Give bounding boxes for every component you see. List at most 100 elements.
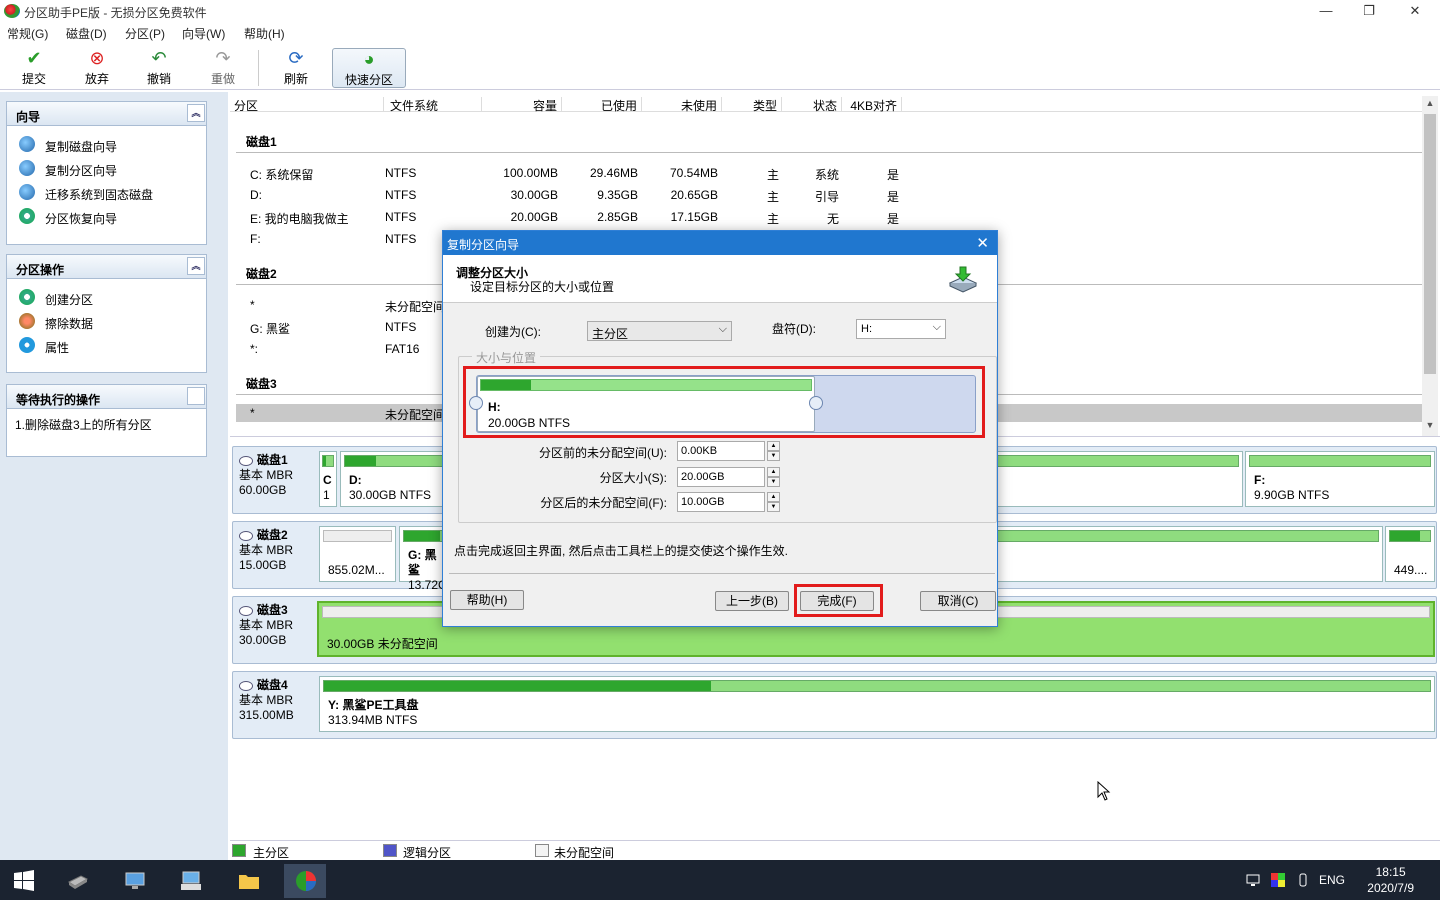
partition-size-input[interactable]: 20.00GB — [677, 467, 765, 487]
cancel-button[interactable]: 取消(C) — [920, 591, 996, 611]
back-button[interactable]: 上一步(B) — [715, 591, 789, 611]
before-space-stepper[interactable]: 0.00KB ▲ ▼ — [677, 441, 780, 461]
menu-general[interactable]: 常规(G) — [7, 25, 48, 42]
menu-wizard[interactable]: 向导(W) — [182, 25, 225, 42]
table-row[interactable]: D: NTFS 30.00GB 9.35GB 20.65GB 主 引导 是 — [230, 184, 1422, 206]
table-row[interactable]: C: 系统保留 NTFS 100.00MB 29.46MB 70.54MB 主 … — [230, 162, 1422, 184]
col-status[interactable]: 状态 — [782, 97, 842, 113]
redo-button[interactable]: ↷ 重做 — [195, 48, 251, 88]
size-position-group-label: 大小与位置 — [472, 349, 541, 366]
drive-letter-select[interactable]: H: ⌵ — [856, 319, 946, 339]
wizard-item-migrate-os[interactable]: 迁移系统到固态磁盘 — [7, 180, 206, 204]
cell-fs: 未分配空间 — [385, 300, 446, 314]
cell-fs: 未分配空间 — [385, 408, 446, 422]
col-filesystem[interactable]: 文件系统 — [390, 97, 482, 113]
after-space-stepper[interactable]: 10.00GB ▲ ▼ — [677, 492, 780, 512]
scroll-down-icon[interactable]: ▼ — [1422, 420, 1438, 436]
menu-partition[interactable]: 分区(P) — [125, 25, 165, 42]
col-unused[interactable]: 未使用 — [642, 97, 722, 113]
divider — [236, 152, 1422, 153]
redo-icon: ↷ — [215, 48, 231, 68]
pending-collapse[interactable] — [187, 387, 205, 405]
color-settings-icon[interactable] — [1271, 873, 1285, 887]
dialog-close-icon[interactable]: ✕ — [976, 234, 989, 252]
discard-button[interactable]: ⊗ 放弃 — [69, 48, 125, 88]
maximize-button[interactable]: ❐ — [1357, 2, 1381, 20]
partition-block-unalloc[interactable]: 855.02M... — [319, 526, 396, 582]
commit-button[interactable]: ✔ 提交 — [6, 48, 62, 88]
stepper-up-icon[interactable]: ▲ — [767, 467, 780, 477]
col-capacity[interactable]: 容量 — [482, 97, 562, 113]
menu-bar: 常规(G) 磁盘(D) 分区(P) 向导(W) 帮助(H) — [0, 22, 1440, 42]
partition-block-c[interactable]: C1 — [319, 451, 337, 507]
partition-block-d[interactable]: D: 30.00GB NTFS — [340, 451, 450, 507]
wizard-panel-header: 向导 ︽ — [7, 102, 206, 126]
col-type[interactable]: 类型 — [722, 97, 782, 113]
taskbar-keyboard-icon[interactable] — [169, 864, 211, 898]
op-create-partition[interactable]: 创建分区 — [7, 285, 206, 309]
wizard-item-copy-partition[interactable]: 复制分区向导 — [7, 156, 206, 180]
partition-size-stepper[interactable]: 20.00GB ▲ ▼ — [677, 467, 780, 487]
usage-bar — [322, 455, 334, 467]
create-as-select[interactable]: 主分区 ⌵ — [587, 321, 732, 341]
disk-info: 磁盘3 基本 MBR 30.00GB — [239, 603, 319, 648]
table-row[interactable]: E: 我的电脑我做主 NTFS 20.00GB 2.85GB 17.15GB 主… — [230, 206, 1422, 228]
minimize-button[interactable]: — — [1314, 2, 1338, 20]
op-wipe-data[interactable]: 擦除数据 — [7, 309, 206, 333]
dialog-subheading: 设定目标分区的大小或位置 — [470, 280, 615, 294]
cell-fs: NTFS — [385, 166, 417, 180]
taskbar-partition-assistant[interactable] — [284, 864, 326, 898]
col-4k[interactable]: 4KB对齐 — [842, 97, 902, 113]
disk-row-4[interactable]: 磁盘4 基本 MBR 315.00MB Y: 黑鲨PE工具盘 313.94MB NTF… — [232, 671, 1437, 739]
stepper-down-icon[interactable]: ▼ — [767, 451, 780, 461]
legend-primary-swatch — [232, 844, 246, 857]
col-used[interactable]: 已使用 — [562, 97, 642, 113]
start-button[interactable] — [2, 864, 44, 898]
close-button[interactable]: ✕ — [1403, 2, 1427, 20]
input-language[interactable]: ENG — [1319, 873, 1345, 887]
taskbar-computer-icon[interactable] — [113, 864, 155, 898]
partition-block-y[interactable]: Y: 黑鲨PE工具盘 313.94MB NTFS — [319, 676, 1435, 732]
vertical-scrollbar[interactable]: ▲ ▼ — [1422, 96, 1438, 436]
menu-disk[interactable]: 磁盘(D) — [66, 25, 107, 42]
disk-type: 基本 MBR — [239, 618, 294, 632]
cell-capacity: 20.00GB — [510, 210, 558, 224]
refresh-button[interactable]: ⟳ 刷新 — [268, 48, 324, 88]
create-as-label: 创建为(C): — [485, 325, 541, 339]
wizard-item-recover[interactable]: 分区恢复向导 — [7, 204, 206, 228]
quick-partition-button[interactable]: ◕ 快速分区 — [332, 48, 406, 88]
col-partition[interactable]: 分区 — [234, 97, 384, 113]
stepper-down-icon[interactable]: ▼ — [767, 477, 780, 487]
partition-block-last[interactable]: 449.... — [1385, 526, 1435, 582]
partition-block-f[interactable]: F: 9.90GB NTFS — [1245, 451, 1435, 507]
stepper-up-icon[interactable]: ▲ — [767, 441, 780, 451]
collapse-icon[interactable]: ︽ — [187, 257, 205, 275]
help-button[interactable]: 帮助(H) — [450, 590, 524, 610]
pending-ops-header: 等待执行的操作 — [7, 385, 206, 409]
cell-status: 无 — [827, 212, 840, 226]
stepper-up-icon[interactable]: ▲ — [767, 492, 780, 502]
wizard-item-copy-disk[interactable]: 复制磁盘向导 — [7, 132, 206, 156]
partition-ops-header: 分区操作 ︽ — [7, 255, 206, 279]
network-icon[interactable] — [1246, 873, 1260, 887]
undo-button[interactable]: ↶ 撤销 — [131, 48, 187, 88]
scroll-thumb[interactable] — [1424, 114, 1436, 374]
disk-icon — [239, 530, 253, 541]
partition-text: C1 — [323, 473, 332, 503]
taskbar-drive-icon[interactable] — [56, 864, 98, 898]
disk-name: 磁盘2 — [257, 528, 288, 542]
menu-help[interactable]: 帮助(H) — [244, 25, 285, 42]
dialog-separator — [449, 573, 995, 574]
collapse-icon[interactable]: ︽ — [187, 104, 205, 122]
partition-block-fat16[interactable] — [993, 526, 1383, 582]
partition-block-e[interactable] — [993, 451, 1243, 507]
after-space-input[interactable]: 10.00GB — [677, 492, 765, 512]
stepper-down-icon[interactable]: ▼ — [767, 502, 780, 512]
system-clock[interactable]: 18:15 2020/7/9 — [1367, 864, 1414, 896]
op-properties[interactable]: 属性 — [7, 333, 206, 357]
usb-device-icon[interactable] — [1296, 873, 1310, 887]
after-space-label: 分区后的未分配空间(F): — [540, 496, 667, 510]
scroll-up-icon[interactable]: ▲ — [1422, 98, 1438, 114]
taskbar-folder-icon[interactable] — [227, 864, 269, 898]
before-space-input[interactable]: 0.00KB — [677, 441, 765, 461]
